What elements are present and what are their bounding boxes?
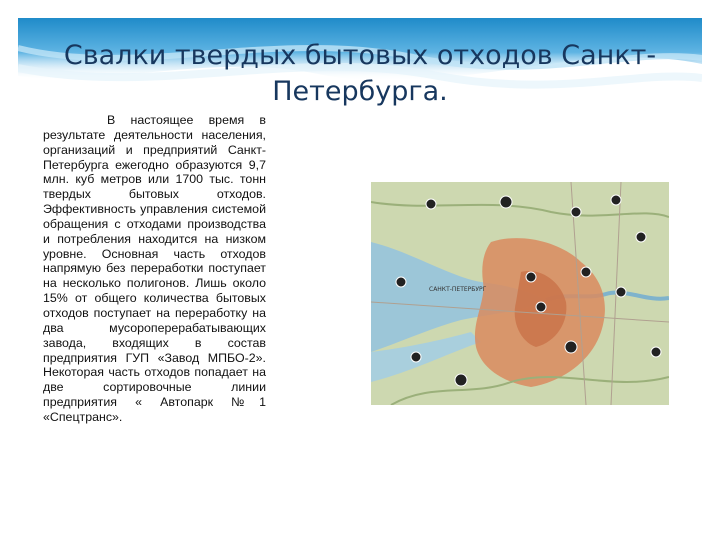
map-city-label: САНКТ-ПЕТЕРБУРГ <box>429 286 487 293</box>
landfill-map: САНКТ-ПЕТЕРБУРГ <box>371 182 669 405</box>
body-paragraph: В настоящее время в результате деятельно… <box>43 113 266 424</box>
slide-title: Свалки твердых бытовых отходов Санкт-Пет… <box>63 40 657 107</box>
